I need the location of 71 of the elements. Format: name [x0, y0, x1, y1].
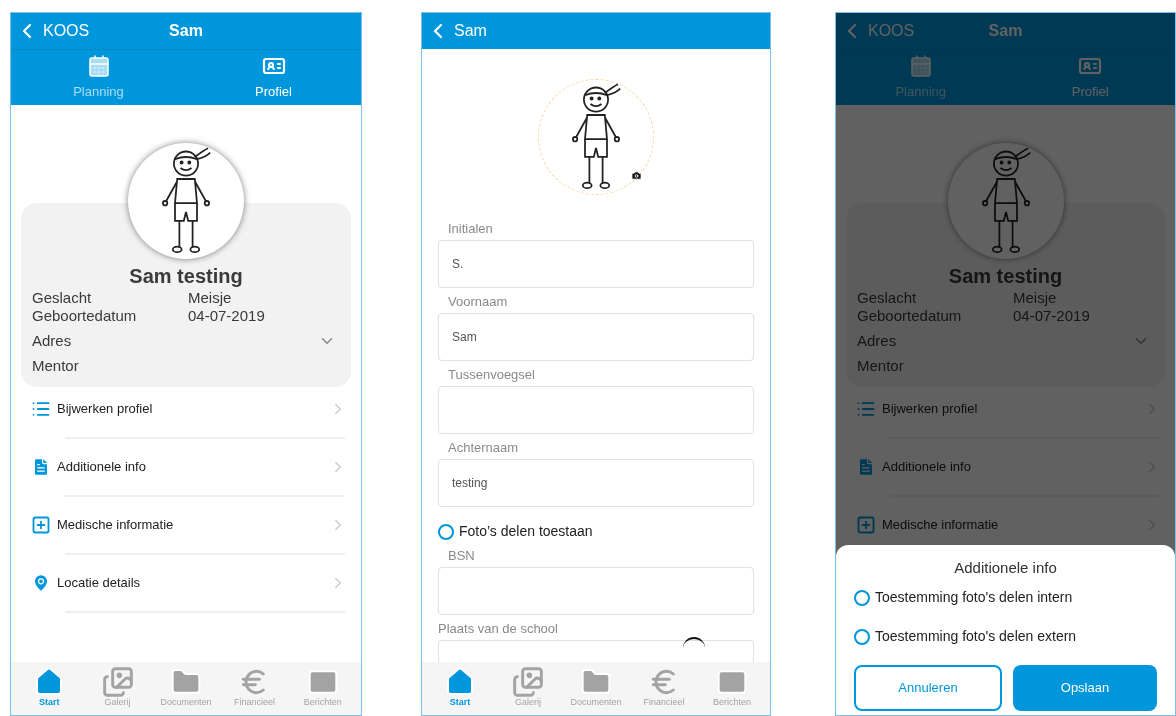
profile-name: Sam testing: [128, 265, 244, 287]
fact-label: Geslacht: [32, 289, 93, 307]
nav-tab[interactable]: Financieel: [220, 666, 289, 707]
camera-icon[interactable]: [631, 170, 642, 181]
menu-item[interactable]: Additionele info: [836, 449, 1175, 485]
fact-value: Meisje: [1013, 289, 1057, 307]
header-title: Sam: [169, 21, 203, 41]
profile-name: Sam testing: [947, 265, 1064, 287]
nav-tab[interactable]: Documenten: [151, 666, 221, 707]
field-label: Tussenvoegsel: [447, 367, 536, 382]
radio-button[interactable]: [438, 523, 454, 540]
map-pin-icon: [31, 573, 51, 593]
option-label: Toestemming foto's delen intern: [875, 588, 1073, 607]
nav-tab[interactable]: Berichten: [698, 666, 766, 707]
medical-plus-icon: [856, 515, 876, 535]
option-label: Toestemming foto's delen extern: [875, 627, 1077, 646]
section-label: Mentor: [32, 357, 79, 375]
gallery-icon: [512, 666, 544, 698]
fact-value: 04-07-2019: [188, 307, 265, 325]
input-field[interactable]: [438, 567, 754, 615]
nav-tab[interactable]: Galerij: [83, 666, 152, 707]
medical-plus-icon: [31, 515, 51, 535]
fact-label: Geslacht: [857, 289, 918, 307]
top-tab[interactable]: Planning: [11, 50, 186, 105]
nav-tab[interactable]: Documenten: [562, 666, 630, 707]
top-tab[interactable]: Profiel: [186, 50, 361, 105]
fact-value: 04-07-2019: [1013, 307, 1090, 325]
section-label: Adres: [857, 332, 897, 350]
nav-tab[interactable]: Start: [15, 666, 84, 707]
back-button[interactable]: Sam: [422, 19, 487, 43]
calendar-icon: [908, 53, 933, 78]
home-icon: [444, 666, 476, 698]
radio-label: Foto’s delen toestaan: [459, 522, 593, 541]
input-field[interactable]: S.: [438, 240, 754, 288]
calendar-icon: [86, 53, 111, 78]
field-label: Voornaam: [447, 294, 509, 309]
field-label: Initialen: [447, 221, 494, 236]
nav-tab[interactable]: Galerij: [494, 666, 562, 707]
list-icon: [31, 399, 51, 419]
input-field[interactable]: testing: [438, 459, 754, 507]
nav-tab[interactable]: Start: [426, 666, 494, 707]
field-label: Plaats van de school: [438, 621, 559, 636]
cancel-button[interactable]: Annuleren: [854, 665, 1002, 711]
input-field[interactable]: [438, 386, 754, 434]
field-label: Achternaam: [447, 440, 520, 455]
menu-item[interactable]: Medische informatie: [836, 507, 1175, 543]
save-button[interactable]: Opslaan: [1013, 665, 1157, 711]
list-icon: [856, 399, 876, 419]
fact-label: Geboortedatum: [857, 307, 963, 325]
section-label: Adres: [32, 332, 72, 350]
fact-value: Meisje: [188, 289, 232, 307]
radio-button[interactable]: [854, 589, 870, 606]
top-tab[interactable]: Profiel: [1005, 50, 1175, 105]
document-icon: [31, 457, 51, 477]
menu-item[interactable]: Medische informatie: [11, 507, 361, 543]
menu-item[interactable]: Bijwerken profiel: [11, 391, 361, 427]
gallery-icon: [101, 666, 134, 698]
sheet-title: Additionele info: [953, 557, 1058, 578]
field-label: BSN: [447, 548, 476, 563]
section-label: Mentor: [857, 357, 904, 375]
menu-item[interactable]: Additionele info: [11, 449, 361, 485]
header-title: Sam: [988, 21, 1023, 41]
nav-tab[interactable]: Berichten: [288, 666, 358, 707]
menu-item[interactable]: Bijwerken profiel: [836, 391, 1175, 427]
fact-label: Geboortedatum: [32, 307, 138, 325]
back-button[interactable]: KOOS: [11, 19, 90, 43]
radio-button[interactable]: [854, 628, 870, 645]
back-button[interactable]: KOOS: [836, 19, 915, 43]
menu-item[interactable]: Locatie details: [11, 565, 361, 601]
nav-tab[interactable]: Financieel: [630, 666, 698, 707]
input-field[interactable]: Sam: [438, 313, 754, 361]
